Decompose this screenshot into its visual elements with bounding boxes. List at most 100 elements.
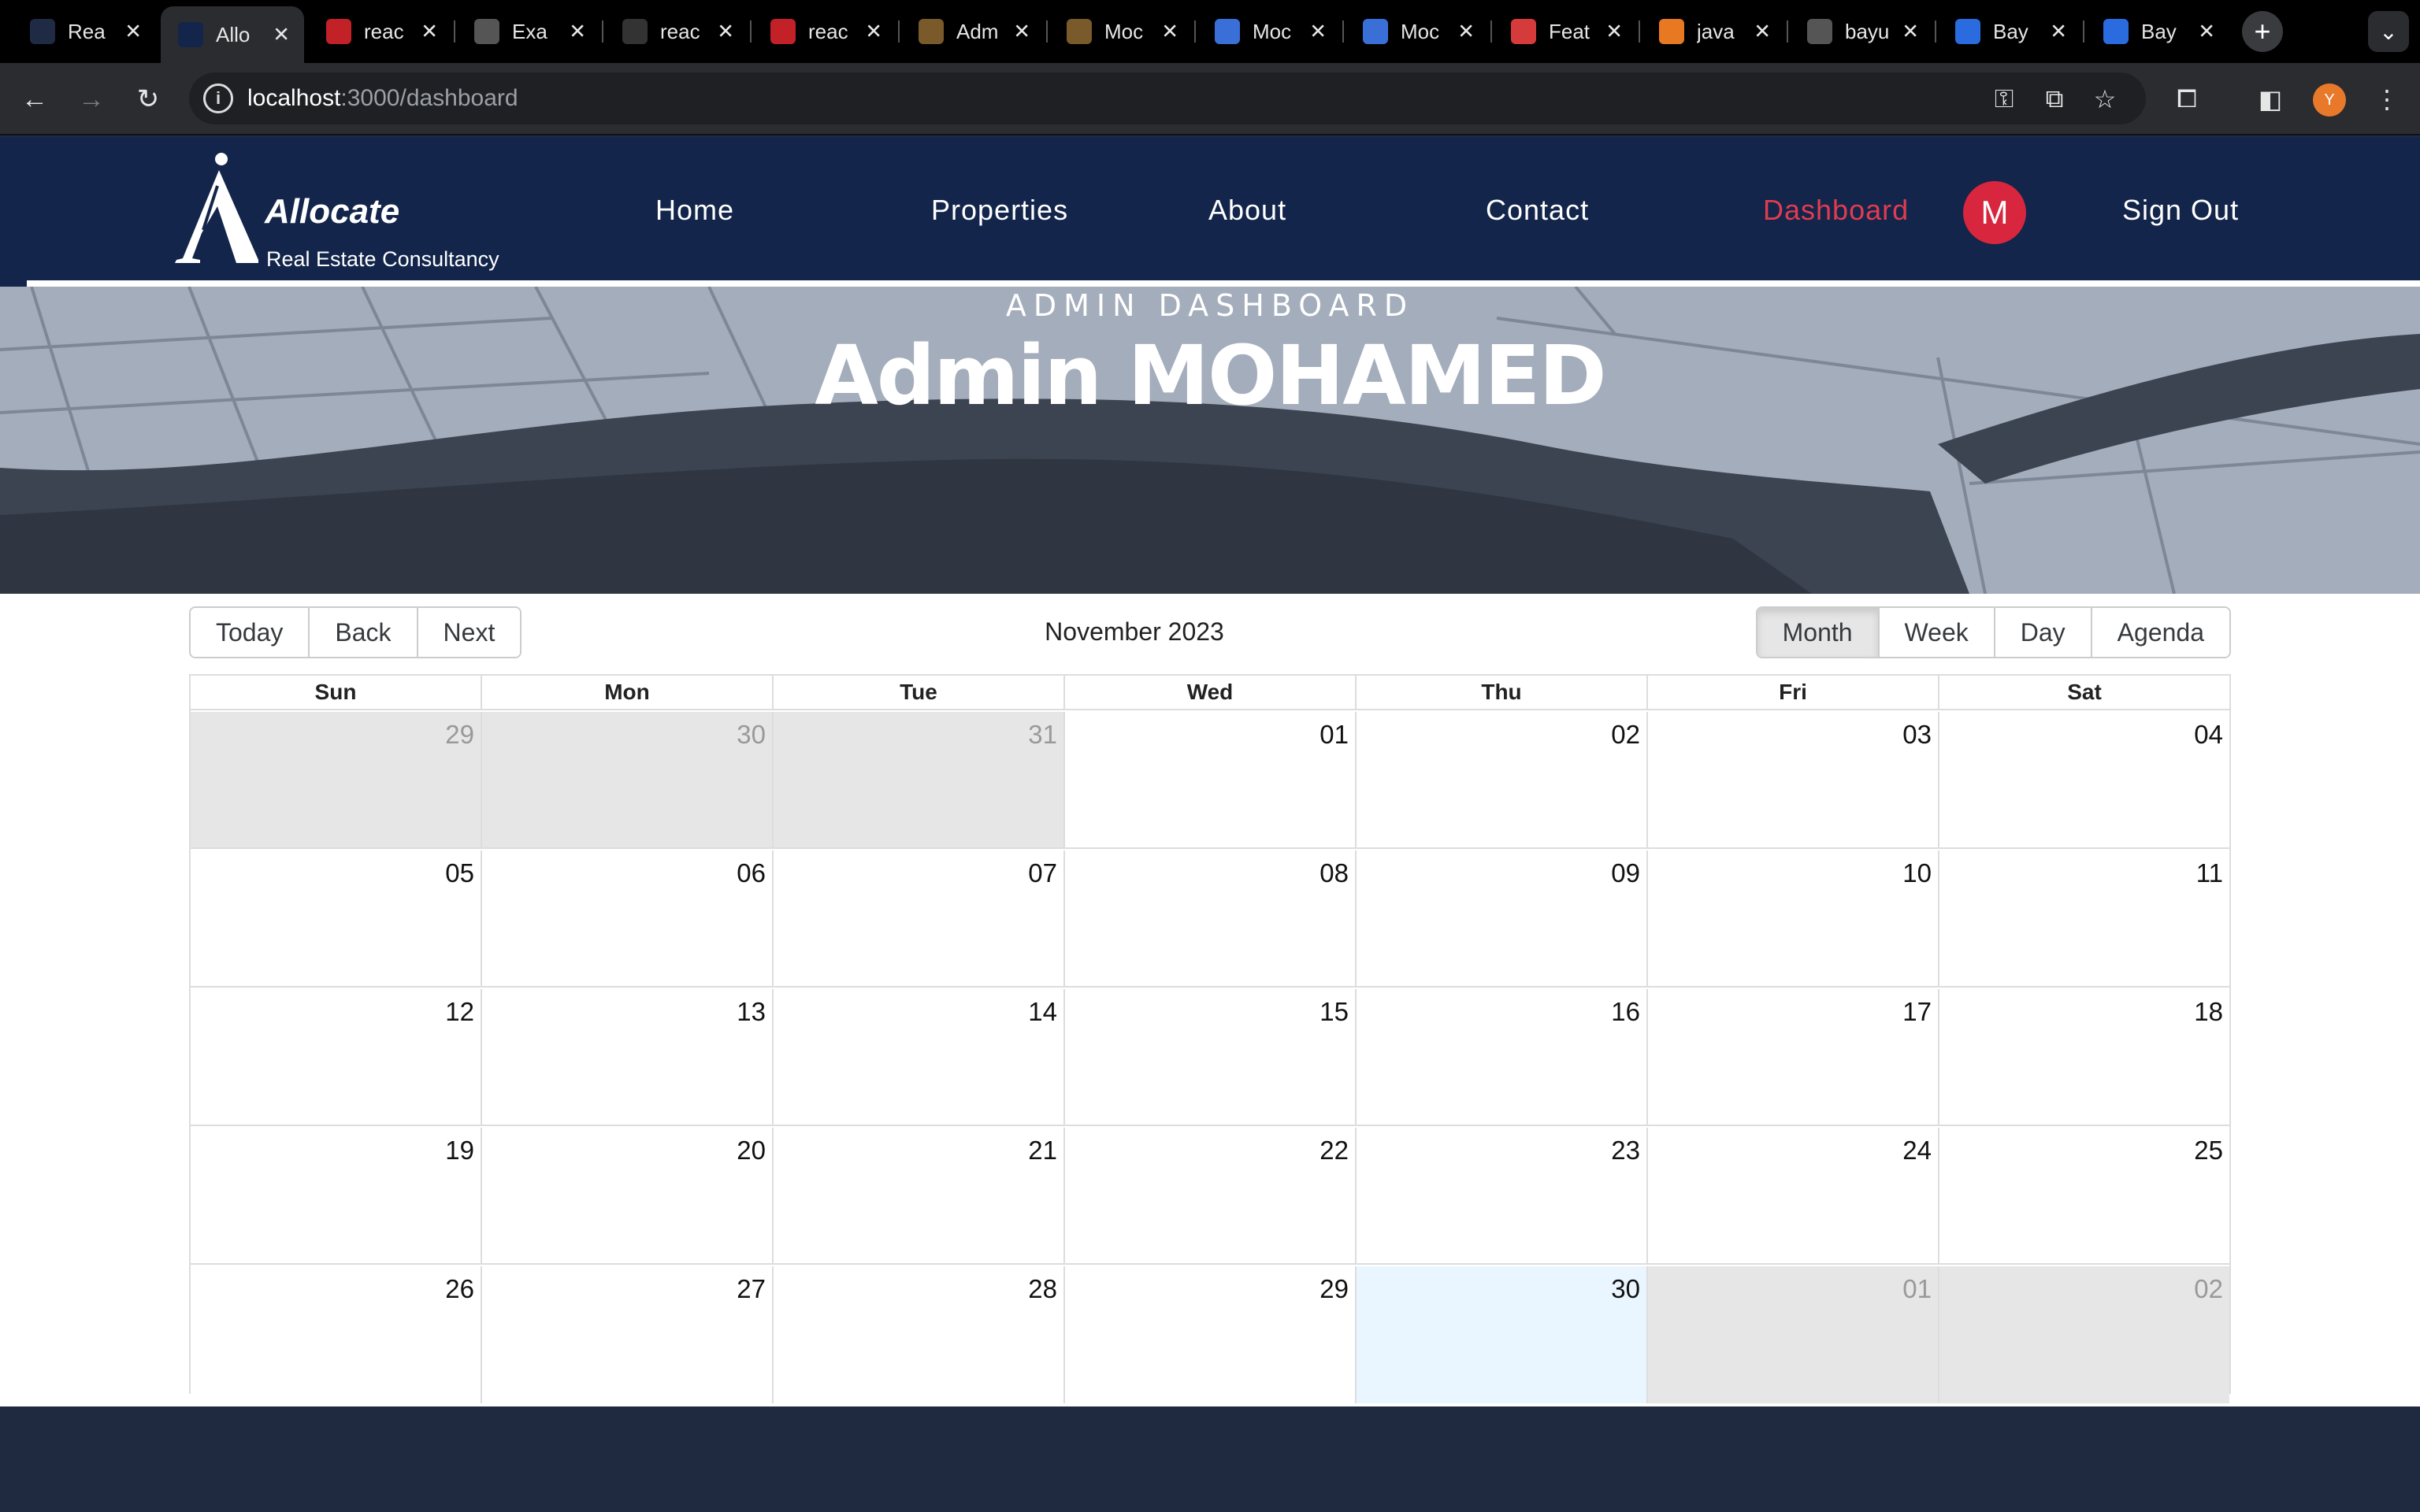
calendar-day-cell[interactable]: 26: [191, 1266, 482, 1403]
close-tab-icon[interactable]: ✕: [421, 20, 438, 44]
browser-tab[interactable]: bayu ✕: [1790, 8, 1933, 55]
close-tab-icon[interactable]: ✕: [1309, 20, 1327, 44]
calendar-date-number[interactable]: 01: [1902, 1274, 1932, 1304]
calendar-day-cell[interactable]: 29: [1065, 1266, 1357, 1403]
close-tab-icon[interactable]: ✕: [1013, 20, 1030, 44]
calendar-date-number[interactable]: 05: [445, 858, 474, 888]
nav-link-dashboard[interactable]: Dashboard: [1763, 194, 1909, 227]
calendar-day-cell[interactable]: 24: [1648, 1128, 1939, 1263]
browser-profile-avatar[interactable]: Y: [2313, 83, 2346, 117]
browser-tab[interactable]: Bay ✕: [1938, 8, 2081, 55]
brand-name[interactable]: Allocate: [265, 192, 399, 232]
calendar-day-cell[interactable]: 21: [774, 1128, 1065, 1263]
calendar-date-number[interactable]: 24: [1902, 1136, 1932, 1166]
calendar-date-number[interactable]: 22: [1319, 1136, 1349, 1166]
nav-link-about[interactable]: About: [1208, 194, 1286, 227]
browser-tab[interactable]: reac ✕: [605, 8, 748, 55]
view-day-button[interactable]: Day: [1995, 608, 2092, 657]
close-tab-icon[interactable]: ✕: [2198, 20, 2215, 44]
browser-tab[interactable]: java ✕: [1642, 8, 1785, 55]
calendar-date-number[interactable]: 31: [1028, 720, 1057, 750]
calendar-day-cell[interactable]: 19: [191, 1128, 482, 1263]
close-tab-icon[interactable]: ✕: [124, 20, 142, 44]
calendar-date-number[interactable]: 04: [2194, 720, 2223, 750]
calendar-date-number[interactable]: 12: [445, 997, 474, 1027]
browser-tab[interactable]: Adm ✕: [901, 8, 1045, 55]
sign-out-link[interactable]: Sign Out: [2122, 194, 2239, 227]
calendar-day-cell[interactable]: 27: [482, 1266, 774, 1403]
calendar-day-cell[interactable]: 05: [191, 850, 482, 986]
new-tab-button[interactable]: +: [2242, 11, 2283, 52]
nav-link-home[interactable]: Home: [655, 194, 734, 227]
calendar-date-number[interactable]: 07: [1028, 858, 1057, 888]
calendar-day-cell[interactable]: 09: [1357, 850, 1648, 986]
calendar-date-number[interactable]: 29: [1319, 1274, 1349, 1304]
calendar-date-number[interactable]: 18: [2194, 997, 2223, 1027]
reload-icon[interactable]: ↻: [129, 80, 167, 118]
calendar-day-cell[interactable]: 16: [1357, 989, 1648, 1125]
calendar-date-number[interactable]: 08: [1319, 858, 1349, 888]
browser-tab[interactable]: Moc ✕: [1345, 8, 1489, 55]
view-month-button[interactable]: Month: [1757, 608, 1880, 657]
calendar-date-number[interactable]: 19: [445, 1136, 474, 1166]
close-tab-icon[interactable]: ✕: [2050, 20, 2067, 44]
calendar-day-cell[interactable]: 23: [1357, 1128, 1648, 1263]
calendar-day-cell[interactable]: 07: [774, 850, 1065, 986]
tab-search-icon[interactable]: ⌄: [2368, 11, 2409, 52]
calendar-date-number[interactable]: 10: [1902, 858, 1932, 888]
calendar-date-number[interactable]: 01: [1319, 720, 1349, 750]
bookmark-star-icon[interactable]: ☆: [2089, 83, 2121, 115]
calendar-day-cell[interactable]: 06: [482, 850, 774, 986]
calendar-date-number[interactable]: 20: [737, 1136, 766, 1166]
browser-tab[interactable]: Moc ✕: [1049, 8, 1193, 55]
browser-tab[interactable]: reac ✕: [309, 8, 452, 55]
calendar-date-number[interactable]: 03: [1902, 720, 1932, 750]
browser-tab[interactable]: Moc ✕: [1197, 8, 1341, 55]
calendar-day-cell[interactable]: 14: [774, 989, 1065, 1125]
calendar-date-number[interactable]: 26: [445, 1274, 474, 1304]
close-tab-icon[interactable]: ✕: [865, 20, 882, 44]
calendar-day-cell[interactable]: 10: [1648, 850, 1939, 986]
calendar-day-cell[interactable]: 13: [482, 989, 774, 1125]
user-avatar[interactable]: M: [1963, 181, 2026, 244]
calendar-day-cell[interactable]: 04: [1939, 712, 2229, 847]
calendar-date-number[interactable]: 09: [1611, 858, 1640, 888]
close-tab-icon[interactable]: ✕: [273, 23, 290, 47]
calendar-day-cell[interactable]: 03: [1648, 712, 1939, 847]
calendar-date-number[interactable]: 30: [1611, 1274, 1640, 1304]
calendar-day-cell[interactable]: 29: [191, 712, 482, 847]
calendar-day-cell[interactable]: 25: [1939, 1128, 2229, 1263]
browser-tab[interactable]: reac ✕: [753, 8, 896, 55]
close-tab-icon[interactable]: ✕: [1605, 20, 1623, 44]
calendar-date-number[interactable]: 06: [737, 858, 766, 888]
address-url[interactable]: localhost:3000/dashboard: [247, 85, 518, 112]
back-arrow-icon[interactable]: ←: [16, 80, 54, 118]
view-week-button[interactable]: Week: [1879, 608, 1995, 657]
calendar-day-cell[interactable]: 02: [1939, 1266, 2229, 1403]
close-tab-icon[interactable]: ✕: [1457, 20, 1475, 44]
extensions-icon[interactable]: ⧠: [2168, 80, 2206, 118]
calendar-day-cell-today[interactable]: 30: [1357, 1266, 1648, 1403]
calendar-day-cell[interactable]: 28: [774, 1266, 1065, 1403]
calendar-date-number[interactable]: 25: [2194, 1136, 2223, 1166]
calendar-date-number[interactable]: 30: [737, 720, 766, 750]
close-tab-icon[interactable]: ✕: [569, 20, 586, 44]
allocate-logo-icon[interactable]: [172, 151, 266, 268]
calendar-date-number[interactable]: 23: [1611, 1136, 1640, 1166]
close-tab-icon[interactable]: ✕: [1754, 20, 1771, 44]
calendar-day-cell[interactable]: 15: [1065, 989, 1357, 1125]
forward-arrow-icon[interactable]: →: [72, 80, 110, 118]
calendar-day-cell[interactable]: 02: [1357, 712, 1648, 847]
open-in-app-icon[interactable]: ⧉: [2039, 83, 2070, 115]
calendar-date-number[interactable]: 17: [1902, 997, 1932, 1027]
calendar-day-cell[interactable]: 22: [1065, 1128, 1357, 1263]
calendar-date-number[interactable]: 29: [445, 720, 474, 750]
browser-tab[interactable]: Feat ✕: [1494, 8, 1637, 55]
nav-link-contact[interactable]: Contact: [1486, 194, 1589, 227]
close-tab-icon[interactable]: ✕: [717, 20, 734, 44]
browser-menu-icon[interactable]: ⋮: [2368, 80, 2406, 118]
calendar-day-cell[interactable]: 18: [1939, 989, 2229, 1125]
browser-tab[interactable]: Exa ✕: [457, 8, 600, 55]
calendar-date-number[interactable]: 15: [1319, 997, 1349, 1027]
calendar-day-cell[interactable]: 31: [774, 712, 1065, 847]
